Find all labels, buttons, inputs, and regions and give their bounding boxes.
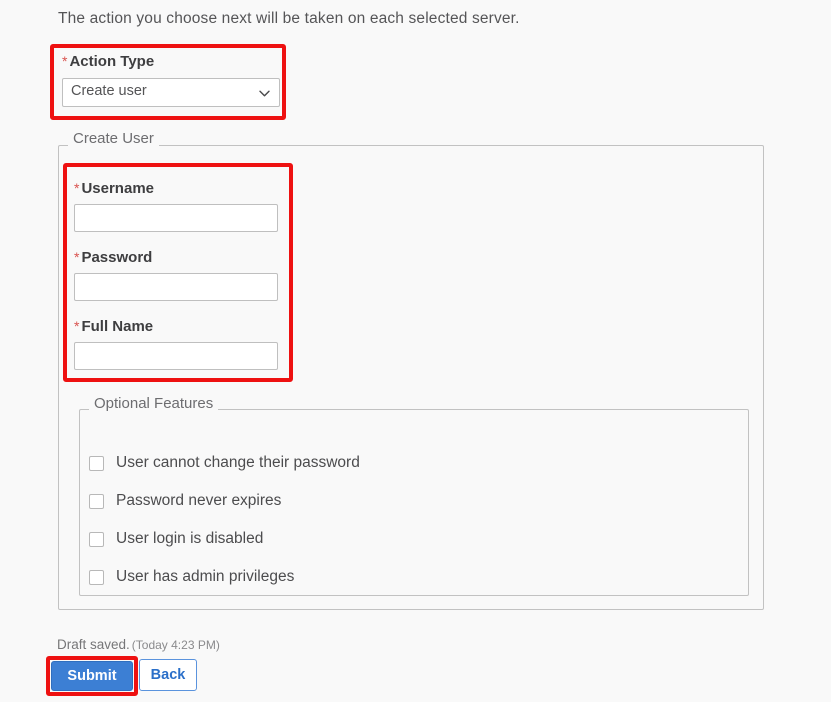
checkbox-row[interactable]: User login is disabled xyxy=(89,520,649,558)
checkbox-row[interactable]: User has admin privileges xyxy=(89,558,649,596)
draft-status: Draft saved. (Today 4:23 PM) xyxy=(57,637,220,652)
required-asterisk-icon: * xyxy=(62,53,68,69)
chevron-down-icon xyxy=(258,87,271,100)
checkbox-row[interactable]: Password never expires xyxy=(89,482,649,520)
checkbox-label: User has admin privileges xyxy=(116,568,295,585)
required-asterisk-icon: * xyxy=(74,249,80,265)
checkbox-login-disabled[interactable] xyxy=(89,531,104,547)
submit-button[interactable]: Submit xyxy=(51,661,133,691)
draft-timestamp: (Today 4:23 PM) xyxy=(131,638,220,652)
action-type-label: * Action Type xyxy=(62,51,280,72)
password-label-text: Password xyxy=(81,249,153,266)
action-type-selected-value: Create user xyxy=(71,83,147,99)
intro-text: The action you choose next will be taken… xyxy=(58,10,520,27)
action-type-select[interactable]: Create user xyxy=(62,78,280,107)
draft-status-text: Draft saved. xyxy=(57,637,130,652)
back-button[interactable]: Back xyxy=(139,659,197,691)
required-asterisk-icon: * xyxy=(74,318,80,334)
fullname-input[interactable] xyxy=(74,342,278,370)
checkbox-password-never-expires[interactable] xyxy=(89,493,104,509)
username-label: * Username xyxy=(74,178,280,199)
action-type-label-text: Action Type xyxy=(69,53,155,70)
password-label: * Password xyxy=(74,247,280,268)
optional-features-legend: Optional Features xyxy=(89,395,219,412)
checkbox-cannot-change-password[interactable] xyxy=(89,455,104,471)
optional-features-checkbox-list: User cannot change their password Passwo… xyxy=(89,444,649,596)
checkbox-label: User cannot change their password xyxy=(116,454,360,471)
username-field-group: * Username xyxy=(74,178,280,232)
checkbox-row[interactable]: User cannot change their password xyxy=(89,444,649,482)
required-asterisk-icon: * xyxy=(74,180,80,196)
checkbox-label: Password never expires xyxy=(116,492,282,509)
username-label-text: Username xyxy=(81,180,154,197)
required-fields-group: * Username * Password * Full Name xyxy=(74,178,280,370)
fullname-label-text: Full Name xyxy=(81,318,154,335)
create-user-legend: Create User xyxy=(68,130,159,147)
fullname-field-group: * Full Name xyxy=(74,316,280,370)
password-field-group: * Password xyxy=(74,247,280,301)
checkbox-admin-privileges[interactable] xyxy=(89,569,104,585)
checkbox-label: User login is disabled xyxy=(116,530,264,547)
fullname-label: * Full Name xyxy=(74,316,280,337)
action-form-page: The action you choose next will be taken… xyxy=(0,0,831,702)
username-input[interactable] xyxy=(74,204,278,232)
action-type-group: * Action Type Create user xyxy=(62,51,280,107)
password-input[interactable] xyxy=(74,273,278,301)
